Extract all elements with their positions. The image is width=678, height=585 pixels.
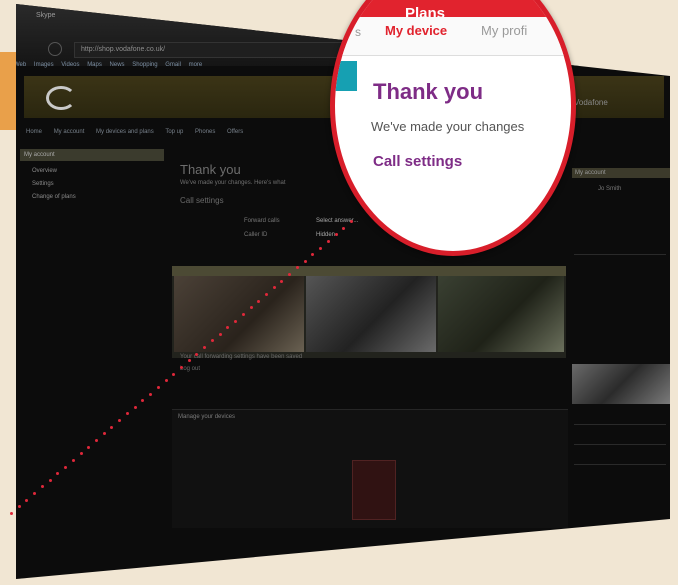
callout-dot: [164, 379, 168, 383]
divider: [574, 254, 666, 255]
rightcol-username: Jo Smith: [598, 186, 622, 192]
callout-dot: [257, 299, 261, 303]
sidebar-item-settings[interactable]: Settings: [32, 181, 54, 187]
subnav-phones[interactable]: Phones: [195, 129, 215, 135]
callout-dot: [241, 312, 245, 316]
row-label-forward: Forward calls: [244, 218, 280, 224]
sidebar-item-change-plans[interactable]: Change of plans: [32, 194, 76, 200]
section-heading: Call settings: [180, 196, 224, 205]
callout-dot: [265, 293, 268, 296]
callout-dot: [350, 220, 353, 223]
site-logo[interactable]: [46, 86, 76, 110]
subnav-account[interactable]: My account: [54, 129, 85, 135]
callout-dot: [79, 452, 83, 456]
phone-image: [352, 460, 396, 520]
callout-dot: [95, 439, 98, 442]
menu-news[interactable]: News: [110, 62, 125, 68]
sidebar-title: My account: [20, 149, 164, 161]
header-brand: Vodafone: [574, 98, 608, 107]
magnifier-header: [335, 0, 571, 17]
banner-photo-right: [438, 276, 564, 352]
callout-dot: [334, 233, 338, 237]
callout-dot: [71, 458, 75, 462]
subnav-devices[interactable]: My devices and plans: [96, 129, 154, 135]
rightcol-title: My account: [572, 168, 670, 178]
logout-link[interactable]: Log out: [180, 366, 200, 372]
callout-dot: [234, 319, 238, 323]
subnav-topup[interactable]: Top up: [165, 129, 183, 135]
menu-more[interactable]: more: [189, 62, 203, 68]
callout-dot: [326, 239, 330, 243]
menu-gmail[interactable]: Gmail: [165, 62, 181, 68]
magnifier-tabbar: [335, 17, 571, 56]
tab-partial[interactable]: s: [355, 25, 361, 39]
menu-maps[interactable]: Maps: [87, 62, 102, 68]
page-subtitle: We've made your changes. Here's what: [180, 180, 286, 186]
subnav-home[interactable]: Home: [26, 129, 42, 135]
back-icon[interactable]: [48, 42, 62, 56]
banner-photo-middle: [306, 276, 436, 352]
menu-videos[interactable]: Videos: [61, 62, 79, 68]
magnifier-section[interactable]: Call settings: [373, 153, 462, 170]
callout-dot: [180, 366, 183, 369]
subnav-offers[interactable]: Offers: [227, 129, 243, 135]
teal-accent-block: [335, 61, 357, 91]
callout-dot: [48, 478, 52, 482]
divider: [574, 464, 666, 465]
row-value-callerid[interactable]: Hidden: [316, 232, 335, 238]
callout-dot: [172, 372, 176, 376]
callout-dot: [303, 259, 307, 263]
callout-dot: [64, 465, 68, 469]
rightcol-promo-image[interactable]: [572, 364, 670, 404]
divider: [574, 444, 666, 445]
menu-shopping[interactable]: Shopping: [132, 62, 157, 68]
callout-dot: [10, 512, 13, 515]
tab-my-profile[interactable]: My profi: [481, 23, 527, 38]
callout-dot: [87, 445, 91, 449]
banner-caption: Your call forwarding settings have been …: [180, 354, 303, 360]
callout-dot: [319, 246, 323, 250]
sidebar-item-overview[interactable]: Overview: [32, 168, 57, 174]
callout-dot: [156, 385, 160, 389]
banner-photo-left: [174, 276, 304, 352]
callout-dot: [218, 332, 222, 336]
magnifier-title: Thank you: [373, 79, 484, 104]
divider: [574, 424, 666, 425]
tab-my-device[interactable]: My device: [385, 23, 447, 38]
callout-dot: [249, 306, 253, 310]
devices-panel-title: Manage your devices: [178, 414, 236, 420]
video-toolbar: [172, 266, 566, 276]
callout-dot: [133, 405, 137, 409]
window-title: Skype: [36, 12, 56, 19]
callout-dot: [149, 392, 153, 396]
callout-dot: [342, 226, 346, 230]
page-title: Thank you: [180, 162, 241, 177]
google-menu: Web Images Videos Maps News Shopping Gma…: [16, 62, 208, 68]
menu-images[interactable]: Images: [34, 62, 54, 68]
row-label-callerid: Caller ID: [244, 232, 268, 238]
magnifier-subtitle: We've made your changes: [371, 119, 525, 134]
